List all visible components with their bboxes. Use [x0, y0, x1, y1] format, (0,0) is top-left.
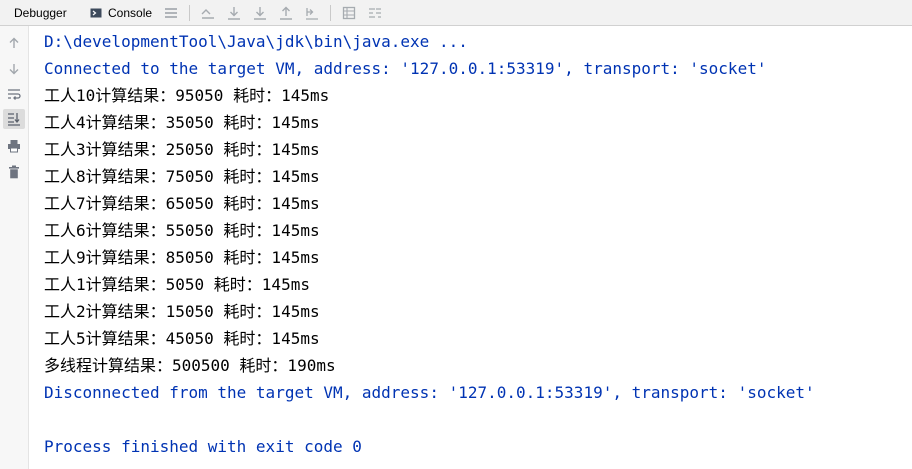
up-arrow-icon[interactable] — [6, 35, 22, 51]
output-line: 工人10计算结果：95050 耗时：145ms — [44, 86, 330, 105]
output-line: 工人1计算结果：5050 耗时：145ms — [44, 275, 310, 294]
process-finished-message: Process finished with exit code 0 — [44, 437, 362, 456]
debug-tool-window: Debugger Console D:\developmentTool\Java… — [0, 0, 912, 469]
tab-debugger-label: Debugger — [14, 5, 67, 20]
print-icon[interactable] — [6, 138, 22, 154]
soft-wrap-icon[interactable] — [6, 87, 22, 103]
connected-message: Connected to the target VM, address: '12… — [44, 59, 767, 78]
toolbar-separator — [189, 4, 190, 21]
step-into-icon[interactable] — [252, 5, 268, 21]
step-out-icon[interactable] — [278, 5, 294, 21]
debug-tab-bar: Debugger Console — [0, 0, 912, 26]
tab-console-label: Console — [108, 5, 153, 20]
output-line: 工人6计算结果：55050 耗时：145ms — [44, 221, 320, 240]
output-line: 工人8计算结果：75050 耗时：145ms — [44, 167, 320, 186]
console-icon — [90, 7, 102, 19]
output-line: 工人4计算结果：35050 耗时：145ms — [44, 113, 320, 132]
down-arrow-icon[interactable] — [6, 61, 22, 77]
disconnected-message: Disconnected from the target VM, address… — [44, 383, 815, 402]
output-line: 工人9计算结果：85050 耗时：145ms — [44, 248, 320, 267]
toolbar-separator — [330, 4, 331, 21]
scroll-to-end-icon[interactable] — [3, 109, 25, 129]
output-line-total: 多线程计算结果：500500 耗时：190ms — [44, 356, 336, 375]
output-line: 工人2计算结果：15050 耗时：145ms — [44, 302, 320, 321]
restore-layout-icon[interactable] — [200, 5, 216, 21]
output-line: 工人5计算结果：45050 耗时：145ms — [44, 329, 320, 348]
command-line: D:\developmentTool\Java\jdk\bin\java.exe… — [44, 32, 468, 51]
run-to-cursor-icon[interactable] — [304, 5, 320, 21]
output-line: 工人7计算结果：65050 耗时：145ms — [44, 194, 320, 213]
console-side-toolbar — [0, 26, 29, 469]
console-output[interactable]: D:\developmentTool\Java\jdk\bin\java.exe… — [44, 31, 912, 463]
evaluate-icon[interactable] — [341, 5, 357, 21]
tab-console[interactable]: Console — [78, 0, 158, 26]
menu-icon[interactable] — [163, 5, 179, 21]
step-over-icon[interactable] — [226, 5, 242, 21]
tab-debugger[interactable]: Debugger — [0, 0, 78, 26]
threads-icon[interactable] — [367, 5, 383, 21]
trash-icon[interactable] — [6, 164, 22, 180]
output-line: 工人3计算结果：25050 耗时：145ms — [44, 140, 320, 159]
